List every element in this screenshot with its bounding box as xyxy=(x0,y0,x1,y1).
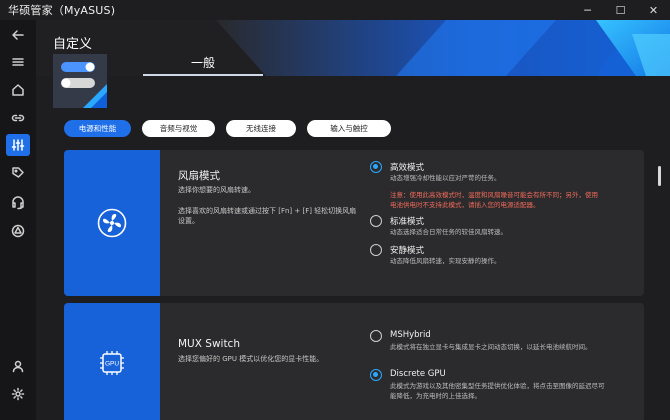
chip-input-touch[interactable]: 输入与触控 xyxy=(307,120,391,137)
option-desc: 动态降低风扇转速，实现安静的操作。 xyxy=(390,257,501,265)
option-label: 安静模式 xyxy=(390,246,425,256)
radio-mshybrid[interactable] xyxy=(370,330,382,342)
user-icon[interactable] xyxy=(6,355,30,377)
tab-general[interactable]: 一般 xyxy=(143,54,263,71)
option-label: 高效模式 xyxy=(390,163,425,173)
fan-option-quiet[interactable]: 安静模式 动态降低风扇转速，实现安静的操作。 xyxy=(370,244,620,270)
maximize-button[interactable]: ☐ xyxy=(604,0,637,20)
gpu-chip-icon: GPU xyxy=(100,351,124,375)
window-controls: ─ ☐ ✕ xyxy=(571,0,670,20)
gear-icon[interactable] xyxy=(6,383,30,405)
category-chips: 电源和性能 音频与视觉 无线连接 输入与触控 xyxy=(64,120,391,137)
headset-icon[interactable] xyxy=(6,191,30,213)
option-label: 标准模式 xyxy=(390,217,425,227)
option-desc: 动态选择适合日常任务的较佳风扇转速。 xyxy=(390,228,507,236)
chip-power-performance[interactable]: 电源和性能 xyxy=(64,120,131,137)
gpu-icon-label: GPU xyxy=(105,361,119,368)
menu-icon[interactable] xyxy=(6,51,30,73)
myasus-window: 华硕管家（MyASUS) ─ ☐ ✕ 自定义 一般 电源和性能 音频与视觉 无线… xyxy=(0,0,670,420)
fan-card-icon-panel xyxy=(64,150,160,296)
triangle-icon[interactable] xyxy=(6,220,30,242)
fan-mode-card: 风扇模式 选择你想要的风扇转速。 选择喜欢的风扇转速或通过按下 [Fn] + [… xyxy=(64,150,644,296)
header-banner-graphic xyxy=(36,20,670,110)
home-icon[interactable] xyxy=(6,79,30,101)
close-button[interactable]: ✕ xyxy=(637,0,670,20)
scrollbar-thumb[interactable] xyxy=(658,166,661,186)
fan-mode-hotkey-desc: 选择喜欢的风扇转速或通过按下 [Fn] + [F] 轻松切换风扇设置。 xyxy=(178,207,357,225)
title-bar: 华硕管家（MyASUS) ─ ☐ ✕ xyxy=(0,0,670,20)
tag-icon[interactable] xyxy=(6,162,30,184)
option-label: MSHybrid xyxy=(390,330,431,340)
minimize-button[interactable]: ─ xyxy=(571,0,604,20)
back-arrow-icon[interactable] xyxy=(6,24,30,46)
sliders-icon[interactable] xyxy=(6,134,30,156)
page-header: 自定义 一般 xyxy=(36,20,670,110)
tab-underline xyxy=(143,74,263,76)
option-desc: 此模式为游戏以及其他密集型任务提供优化体验，将点击至图像的延迟尽可能降低，为充电… xyxy=(390,382,605,400)
radio-quiet[interactable] xyxy=(370,244,382,256)
option-desc: 此模式将在独立显卡与集成显卡之间动态切换，以延长电池续航时间。 xyxy=(390,343,592,351)
radio-standard[interactable] xyxy=(370,215,382,227)
fan-option-standard[interactable]: 标准模式 动态选择适合日常任务的较佳风扇转速。 xyxy=(370,215,620,241)
page-title: 自定义 xyxy=(53,37,93,52)
performance-warning: 注意：使用此高效模式时，温度和风扇噪音可能会有所不同；另外，使用电池供电时不支持… xyxy=(390,191,598,209)
customize-toggle-icon xyxy=(53,54,107,108)
mux-switch-title: MUX Switch xyxy=(178,338,240,350)
sidebar xyxy=(0,20,36,420)
fan-option-performance[interactable]: 高效模式 动态增强冷却性能以应对严苛的任务。 注意：使用此高效模式时，温度和风扇… xyxy=(370,161,620,221)
fan-mode-title: 风扇模式 xyxy=(178,170,220,182)
radio-performance[interactable] xyxy=(370,161,382,173)
link-icon[interactable] xyxy=(6,107,30,129)
fan-mode-desc: 选择你想要的风扇转速。 xyxy=(178,186,255,194)
chip-wireless[interactable]: 无线连接 xyxy=(226,120,296,137)
chip-audio-visual[interactable]: 音频与视觉 xyxy=(142,120,215,137)
fan-icon xyxy=(97,208,127,238)
mux-switch-card: GPU MUX Switch 选择您偏好的 GPU 模式以优化您的显卡性能。 M… xyxy=(64,303,644,420)
window-title: 华硕管家（MyASUS) xyxy=(8,4,116,17)
radio-discrete-gpu[interactable] xyxy=(370,369,382,381)
mux-card-icon-panel: GPU xyxy=(64,303,160,420)
option-desc: 动态增强冷却性能以应对严苛的任务。 xyxy=(390,174,501,182)
mux-option-discrete-gpu[interactable]: Discrete GPU 此模式为游戏以及其他密集型任务提供优化体验，将点击至图… xyxy=(370,369,620,409)
mux-switch-desc: 选择您偏好的 GPU 模式以优化您的显卡性能。 xyxy=(178,355,324,363)
option-label: Discrete GPU xyxy=(390,369,446,379)
mux-option-mshybrid[interactable]: MSHybrid 此模式将在独立显卡与集成显卡之间动态切换，以延长电池续航时间。 xyxy=(370,330,620,364)
